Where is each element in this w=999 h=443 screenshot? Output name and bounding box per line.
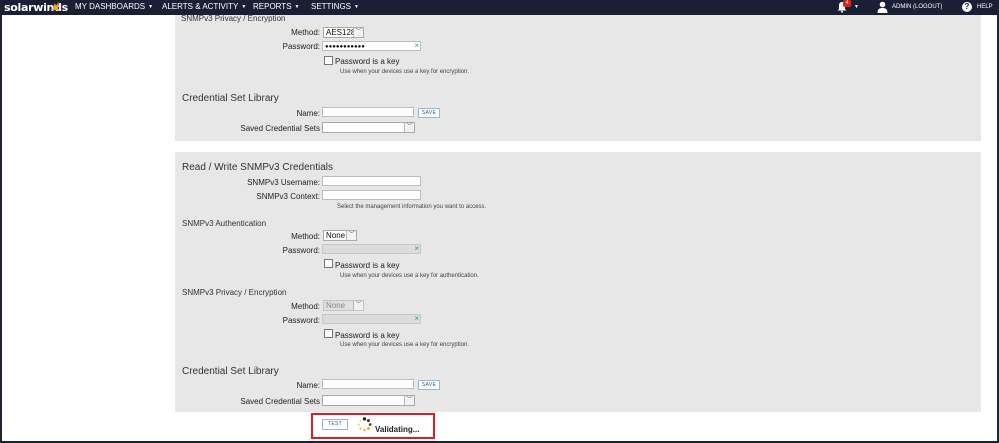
- credential-name-field[interactable]: [322, 107, 414, 117]
- priv-method-label: Method:: [291, 302, 320, 311]
- password-is-key-checkbox[interactable]: [324, 56, 333, 65]
- chevron-down-icon: ﹀: [353, 301, 363, 310]
- password-key-hint: Use when your devices use a key for encr…: [340, 69, 470, 75]
- chevron-down-icon: ▼: [148, 4, 154, 10]
- credential-library-title-2: Credential Set Library: [182, 366, 279, 377]
- top-nav-bar: solarwinds MY DASHBOARDS ▼ ALERTS & ACTIV…: [0, 0, 999, 15]
- priv-password-label: Password:: [282, 316, 320, 325]
- clear-icon[interactable]: ×: [414, 315, 419, 323]
- snmpv3-username-field[interactable]: [322, 176, 421, 186]
- priv-key-hint: Use when your devices use a key for encr…: [340, 342, 470, 348]
- test-button[interactable]: TEST: [322, 419, 348, 430]
- save-button[interactable]: SAVE: [418, 108, 440, 118]
- auth-method-value: None: [326, 231, 346, 240]
- context-label: SNMPv3 Context:: [256, 192, 320, 201]
- nav-my-dashboards[interactable]: MY DASHBOARDS ▼: [75, 2, 153, 11]
- clear-icon[interactable]: ×: [414, 42, 419, 50]
- privacy-password-value: ●●●●●●●●●●●: [325, 44, 365, 50]
- password-is-key-label: Password is a key: [335, 57, 400, 66]
- chevron-down-icon: ﹀: [404, 396, 414, 405]
- password-label: Password:: [282, 42, 320, 51]
- nav-settings-label: SETTINGS: [311, 2, 352, 11]
- priv-method-value: None: [326, 301, 346, 310]
- nav-reports-label: REPORTS: [253, 2, 292, 11]
- method-label: Method:: [291, 28, 320, 37]
- username-label: SNMPv3 Username:: [247, 178, 320, 187]
- nav-my-dashboards-label: MY DASHBOARDS: [75, 2, 146, 11]
- saved-sets-label: Saved Credential Sets: [240, 124, 320, 133]
- auth-password-field[interactable]: ×: [322, 244, 421, 254]
- privacy-password-field[interactable]: ●●●●●●●●●●● ×: [322, 41, 421, 51]
- chevron-down-icon: ▼: [354, 4, 359, 10]
- chevron-down-icon: ▼: [241, 4, 247, 10]
- help-link[interactable]: HELP: [977, 4, 993, 10]
- auth-method-label: Method:: [291, 232, 320, 241]
- credential-library-title: Credential Set Library: [182, 93, 279, 104]
- loading-spinner-icon: [357, 417, 372, 432]
- privacy-method-value: AES128: [326, 28, 356, 37]
- auth-password-label: Password:: [282, 246, 320, 255]
- help-icon[interactable]: ?: [962, 2, 972, 12]
- priv-password-is-key-label: Password is a key: [335, 331, 400, 340]
- snmpv3-context-field[interactable]: [322, 190, 421, 200]
- saved-sets-label-2: Saved Credential Sets: [240, 397, 320, 406]
- priv-method-select[interactable]: None ﹀: [323, 300, 364, 311]
- user-icon: [877, 1, 888, 13]
- auth-password-is-key-checkbox[interactable]: [324, 259, 333, 268]
- credential-name-field-2[interactable]: [322, 379, 414, 389]
- chevron-down-icon: ﹀: [404, 123, 414, 132]
- authentication-section-title: SNMPv3 Authentication: [182, 219, 267, 228]
- nav-settings[interactable]: SETTINGS ▼: [311, 2, 359, 11]
- name-label: Name:: [296, 109, 320, 118]
- notification-badge: 4: [843, 0, 851, 7]
- chevron-down-icon: ﹀: [346, 231, 356, 240]
- context-hint: Select the management information you wa…: [337, 204, 487, 210]
- nav-alerts-activity[interactable]: ALERTS & ACTIVITY ▼: [162, 2, 246, 11]
- saved-credential-sets-select[interactable]: ﹀: [322, 122, 415, 133]
- clear-icon[interactable]: ×: [414, 245, 419, 253]
- privacy-section-title-2: SNMPv3 Privacy / Encryption: [182, 288, 287, 297]
- auth-key-hint: Use when your devices use a key for auth…: [340, 273, 479, 279]
- auth-password-is-key-label: Password is a key: [335, 261, 400, 270]
- saved-credential-sets-select-2[interactable]: ﹀: [322, 395, 415, 406]
- read-write-title: Read / Write SNMPv3 Credentials: [182, 162, 333, 173]
- notification-caret-icon[interactable]: ▼: [854, 4, 859, 10]
- privacy-method-select[interactable]: AES128 ﹀: [323, 27, 364, 38]
- chevron-down-icon: ﹀: [353, 28, 363, 37]
- save-button-2[interactable]: SAVE: [418, 380, 440, 390]
- logo-flame-icon: [52, 2, 59, 10]
- nav-alerts-activity-label: ALERTS & ACTIVITY: [162, 2, 239, 11]
- privacy-section-title: SNMPv3 Privacy / Encryption: [181, 14, 286, 23]
- credentials-panel-read-write: [175, 152, 981, 412]
- priv-password-is-key-checkbox[interactable]: [324, 329, 333, 338]
- priv-password-field[interactable]: ×: [322, 314, 421, 324]
- validating-status: Validating...: [375, 425, 420, 434]
- auth-method-select[interactable]: None ﹀: [323, 230, 357, 241]
- name-label-2: Name:: [296, 381, 320, 390]
- chevron-down-icon: ▼: [294, 4, 300, 10]
- user-logout-link[interactable]: ADMIN (LOGOUT): [892, 4, 942, 10]
- nav-reports[interactable]: REPORTS ▼: [253, 2, 299, 11]
